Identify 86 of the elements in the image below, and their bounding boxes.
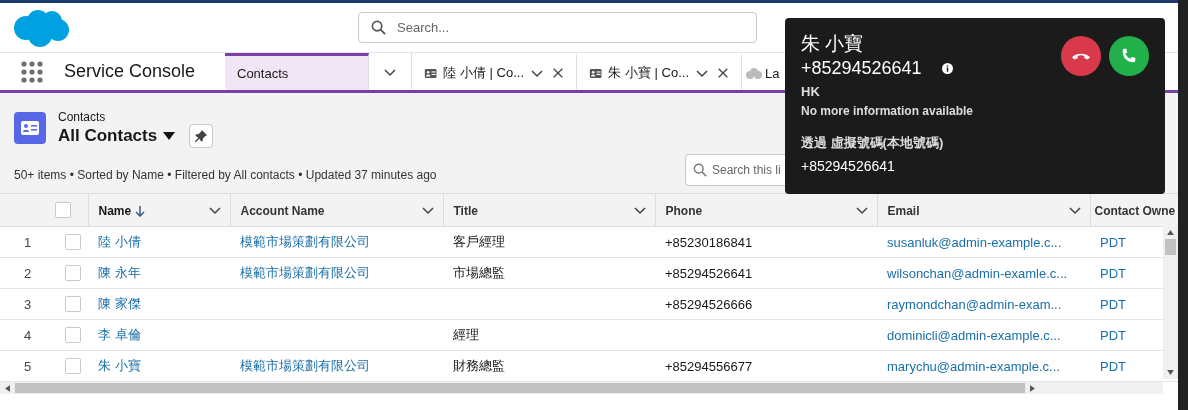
row-checkbox[interactable] [65, 358, 81, 375]
caret-icon[interactable] [163, 132, 176, 140]
scroll-left-icon[interactable] [5, 384, 10, 392]
sort-arrow-icon[interactable] [135, 205, 146, 217]
table-cell: 客戶經理 [453, 234, 505, 249]
answer-call-button[interactable] [1109, 36, 1149, 76]
contact-card-icon [14, 112, 46, 144]
table-cell: 市場總監 [453, 265, 505, 280]
tab[interactable]: Contacts [225, 53, 369, 90]
phone-icon [1120, 47, 1138, 65]
chevron-down-icon[interactable] [207, 204, 222, 216]
table-link[interactable]: 朱 小寶 [98, 358, 141, 373]
chevron-down-icon[interactable] [854, 204, 869, 216]
row-checkbox[interactable] [65, 296, 81, 313]
caller-region: HK [801, 84, 820, 99]
scroll-up-icon[interactable] [1167, 230, 1174, 235]
row-number: 5 [23, 358, 32, 374]
row-checkbox[interactable] [65, 265, 81, 282]
scrollbar-thumb[interactable] [15, 383, 1025, 393]
chevron-down-icon[interactable] [1067, 204, 1082, 216]
chevron-down-icon[interactable] [420, 204, 435, 216]
table-link[interactable]: marychu@admin-example.c... [887, 358, 1060, 374]
list-view-title: All Contacts [58, 126, 158, 146]
caller-info: No more information available [801, 104, 974, 118]
table-cell: +85294526666 [665, 296, 753, 312]
column-header[interactable]: Account Name [240, 203, 325, 218]
search-icon [371, 20, 386, 35]
chevron-down-icon[interactable] [695, 67, 709, 79]
object-label: Contacts [58, 110, 107, 124]
table-cell: 財務總監 [453, 358, 505, 373]
vertical-scrollbar[interactable] [1163, 226, 1178, 379]
list-summary: 50+ items • Sorted by Name • Filtered by All contacts • Updated 37 minutes ago [14, 168, 438, 182]
close-icon[interactable] [552, 67, 564, 79]
info-icon[interactable] [941, 62, 953, 74]
chevron-down-icon[interactable] [530, 67, 544, 79]
column-header[interactable]: Title [453, 203, 478, 218]
table-link[interactable]: 模範市場策劃有限公司 [240, 358, 370, 373]
row-number: 2 [23, 265, 32, 281]
via-number: +85294526641 [801, 158, 895, 174]
column-header[interactable]: Name [98, 203, 146, 218]
table-link[interactable]: dominicli@admin-example.c... [887, 327, 1061, 343]
table-cell: +85294556677 [665, 358, 753, 374]
table-link[interactable]: susanluk@admin-example.c... [887, 234, 1062, 250]
search-icon [693, 163, 707, 177]
table-link[interactable]: 李 卓倫 [98, 327, 141, 342]
row-number: 3 [23, 296, 32, 312]
table-cell: +85294526641 [665, 265, 753, 281]
hang-up-icon [1072, 52, 1090, 60]
row-number: 1 [23, 234, 32, 250]
table-link[interactable]: 陳 家傑 [98, 296, 141, 311]
select-all-checkbox[interactable] [55, 202, 71, 219]
pin-icon [194, 129, 209, 143]
column-header[interactable]: Email [887, 203, 920, 218]
table-link[interactable]: 陳 永年 [98, 265, 141, 280]
row-checkbox[interactable] [65, 327, 81, 344]
via-label: 透過 虛擬號碼(本地號碼) [801, 134, 944, 152]
table-link[interactable]: wilsonchan@admin-examle.c... [887, 265, 1068, 281]
table-link[interactable]: PDT [1100, 358, 1126, 374]
table-link[interactable]: 模範市場策劃有限公司 [240, 265, 370, 280]
table-link[interactable]: PDT [1100, 327, 1126, 343]
chevron-down-icon[interactable] [632, 204, 647, 216]
table-link[interactable]: PDT [1100, 265, 1126, 281]
pin-button[interactable] [189, 124, 214, 148]
horizontal-scrollbar[interactable] [0, 382, 1163, 394]
table-link[interactable]: PDT [1100, 296, 1126, 312]
scroll-right-icon[interactable] [1030, 384, 1035, 392]
row-number: 4 [23, 327, 32, 343]
table-link[interactable]: 陸 小倩 [98, 234, 141, 249]
app-name: Service Console [64, 61, 197, 82]
column-header[interactable]: Phone [665, 203, 703, 218]
caller-name: 朱 小寶 [801, 32, 865, 56]
caller-number: +85294526641 [801, 57, 922, 80]
app-launcher-icon[interactable] [21, 61, 43, 83]
cloud-logo [12, 7, 70, 48]
scrollbar-thumb[interactable] [1165, 239, 1176, 255]
table-link[interactable]: raymondchan@admin-exam... [887, 296, 1062, 312]
table-link[interactable]: PDT [1100, 234, 1126, 250]
row-checkbox[interactable] [65, 234, 81, 251]
scroll-down-icon[interactable] [1167, 370, 1174, 375]
table-cell: +85230186841 [665, 234, 753, 250]
list-search-field[interactable]: Search this li [685, 154, 785, 186]
close-icon[interactable] [717, 67, 729, 79]
table-cell: 經理 [453, 327, 479, 342]
table-link[interactable]: 模範市場策劃有限公司 [240, 234, 370, 249]
search-field[interactable]: Search... [358, 12, 757, 43]
decline-call-button[interactable] [1061, 36, 1101, 76]
